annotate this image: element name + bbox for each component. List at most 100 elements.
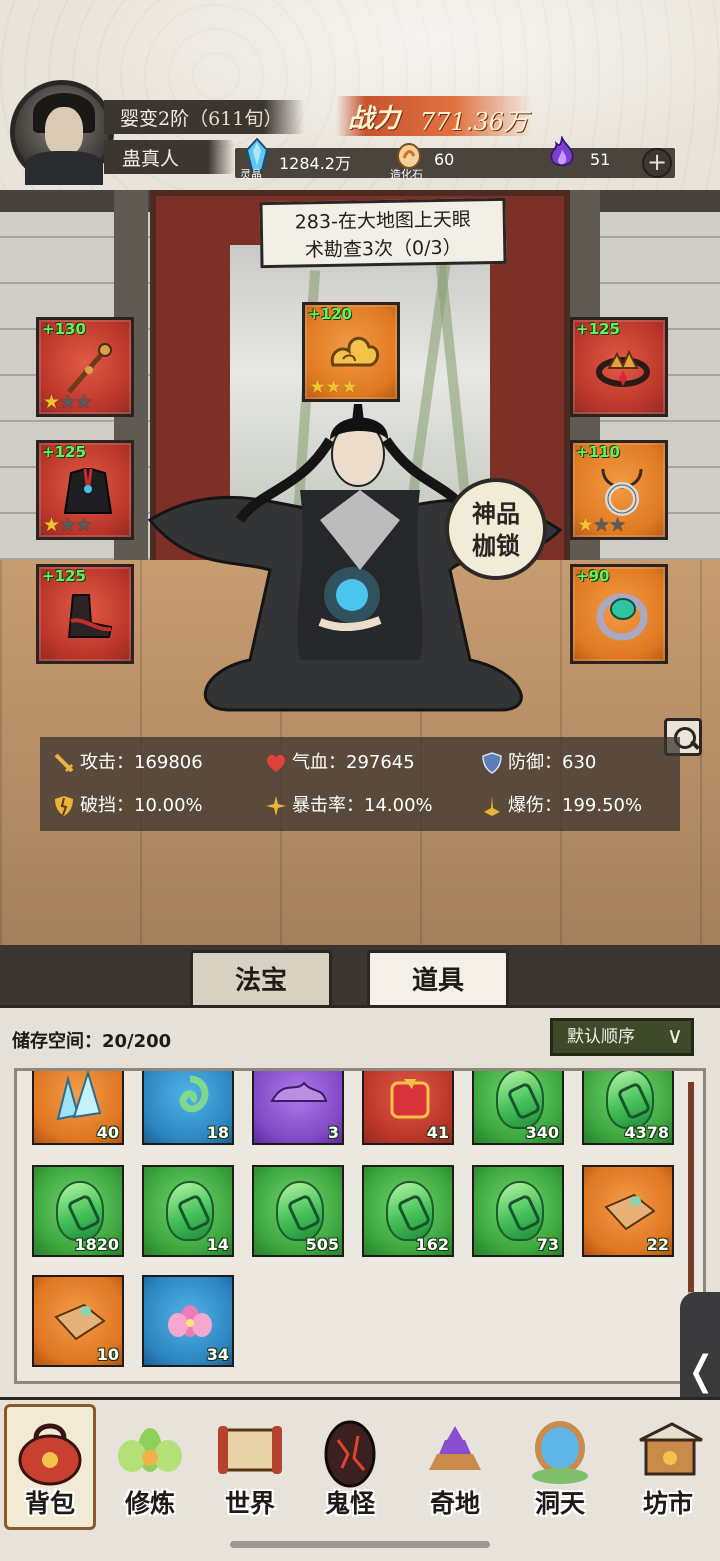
star-rating: ★★★ [43, 391, 92, 413]
crown-icon [596, 349, 650, 387]
scrollbar-thumb[interactable] [688, 1082, 694, 1292]
sword-icon [54, 753, 74, 773]
nav-cultivate[interactable]: 修炼 [100, 1400, 200, 1540]
nav-cave[interactable]: 洞天 [510, 1400, 610, 1540]
item-slot[interactable]: 4378 [582, 1071, 674, 1145]
item-slot[interactable]: 505 [252, 1165, 344, 1257]
item-slot[interactable]: 18 [142, 1071, 234, 1145]
combat-power-value: 771.36万 [420, 108, 528, 136]
stone-value: 60 [434, 150, 455, 169]
equip-slot-weapon[interactable]: +130 ★★★ [36, 317, 134, 417]
player-name: 蛊真人 [122, 148, 180, 170]
ring-icon [596, 593, 648, 641]
quest-banner[interactable]: 283-在大地图上天眼 术勘查3次（0/3） [259, 197, 507, 269]
game-screen: 婴变2阶（611旬） 蛊真人 战力 771.36万 灵晶 1284.2万 造化石… [0, 0, 720, 1561]
nav-market[interactable]: 坊市 [618, 1400, 718, 1540]
jade-slip-icon [496, 1071, 544, 1129]
tab-items[interactable]: 道具 [367, 950, 509, 1006]
quest-line-1: 283-在大地图上天眼 [294, 208, 472, 234]
item-slot[interactable]: 3 [252, 1071, 344, 1145]
equip-level: +125 [576, 320, 620, 338]
equip-slot-treasure[interactable]: +120 ★★★ [302, 302, 400, 402]
tab-strip [0, 945, 720, 1007]
ice-crystal-icon [56, 1071, 102, 1121]
item-slot[interactable]: 40 [32, 1071, 124, 1145]
equip-slot-necklace[interactable]: +110 ★★★ [570, 440, 668, 540]
equip-level: +125 [42, 567, 86, 585]
stone-label: 造化石 [390, 168, 423, 181]
equip-slot-boots[interactable]: +125 [36, 564, 134, 664]
equip-slot-ring[interactable]: +90 [570, 564, 668, 664]
star-rating: ★★★ [577, 514, 626, 536]
badge-line-2: 枷锁 [472, 531, 520, 560]
item-slot[interactable]: 1820 [32, 1165, 124, 1257]
bag-icon [18, 1423, 82, 1486]
star-rating: ★★★ [43, 514, 92, 536]
heart-icon [266, 754, 286, 772]
purple-flame-icon [550, 136, 574, 167]
broken-shield-icon [55, 796, 73, 816]
nav-wonders[interactable]: 奇地 [405, 1400, 505, 1540]
equip-level: +110 [576, 443, 620, 461]
equip-level: +130 [42, 320, 86, 338]
market-icon [639, 1422, 703, 1476]
item-slot[interactable]: 41 [362, 1071, 454, 1145]
divine-shackle-badge[interactable]: 神品 枷锁 [445, 478, 547, 580]
staff-icon [67, 343, 112, 394]
item-slot[interactable]: 340 [472, 1071, 564, 1145]
equip-slot-headband[interactable]: +125 [570, 317, 668, 417]
home-indicator[interactable] [230, 1541, 490, 1548]
item-slot[interactable]: 73 [472, 1165, 564, 1257]
crit-icon [266, 796, 286, 816]
nav-world[interactable]: 世界 [200, 1400, 300, 1540]
item-slot[interactable]: 10 [32, 1275, 124, 1367]
combat-power-label: 战力 [348, 104, 401, 134]
shield-icon [482, 752, 502, 774]
jade-slip-icon [386, 1181, 434, 1241]
star-rating: ★★★ [309, 376, 358, 398]
player-avatar[interactable] [10, 80, 114, 185]
equip-slot-armor[interactable]: +125 ★★★ [36, 440, 134, 540]
equip-level: +120 [308, 305, 352, 323]
golden-cloud-icon [330, 336, 379, 367]
boots-icon [67, 594, 113, 638]
portal-icon [532, 1421, 588, 1484]
puzzle-piece-icon [604, 1193, 656, 1231]
sort-label: 默认顺序 [567, 1027, 635, 1047]
tab-treasure[interactable]: 法宝 [190, 950, 332, 1006]
add-resource-button[interactable]: + [642, 148, 672, 178]
badge-line-1: 神品 [472, 499, 520, 528]
player-age: （611旬） [189, 108, 283, 130]
jade-slip-icon [276, 1181, 324, 1241]
lotus-icon [168, 1305, 212, 1337]
crystal-value: 1284.2万 [279, 154, 351, 173]
storage-capacity: 储存空间：20/200 [12, 1031, 172, 1052]
item-grid: 40 18 3 41 340 4378 1820 14 505 162 73 2… [14, 1068, 706, 1384]
pendant-icon [601, 468, 643, 516]
jade-slip-icon [606, 1071, 654, 1129]
jade-slip-icon [56, 1181, 104, 1241]
item-slot[interactable]: 34 [142, 1275, 234, 1367]
nav-bag[interactable]: 背包 [0, 1400, 100, 1540]
pagoda-icon [429, 1426, 481, 1470]
crystal-label: 灵晶 [240, 168, 262, 181]
item-slot[interactable]: 22 [582, 1165, 674, 1257]
demon-egg-icon [324, 1420, 376, 1488]
lotus-cultivate-icon [118, 1428, 182, 1472]
jade-swirl-icon [179, 1075, 209, 1113]
quest-line-2: 术勘查3次（0/3） [304, 236, 462, 262]
purple-cloth-icon [270, 1081, 328, 1102]
sort-dropdown[interactable]: 默认顺序 ∨ [550, 1018, 694, 1056]
jade-slip-icon [496, 1181, 544, 1241]
player-realm: 婴变2阶（611旬） [120, 108, 283, 130]
red-talisman-icon [390, 1079, 430, 1119]
nav-demons[interactable]: 鬼怪 [300, 1400, 400, 1540]
item-slot[interactable]: 14 [142, 1165, 234, 1257]
jade-slip-icon [166, 1181, 214, 1241]
item-slot[interactable]: 162 [362, 1165, 454, 1257]
chevron-down-icon: ∨ [666, 1024, 683, 1049]
puzzle-piece-icon [54, 1303, 106, 1341]
equip-level: +90 [576, 567, 610, 585]
robe-icon [63, 468, 113, 514]
equip-level: +125 [42, 443, 86, 461]
